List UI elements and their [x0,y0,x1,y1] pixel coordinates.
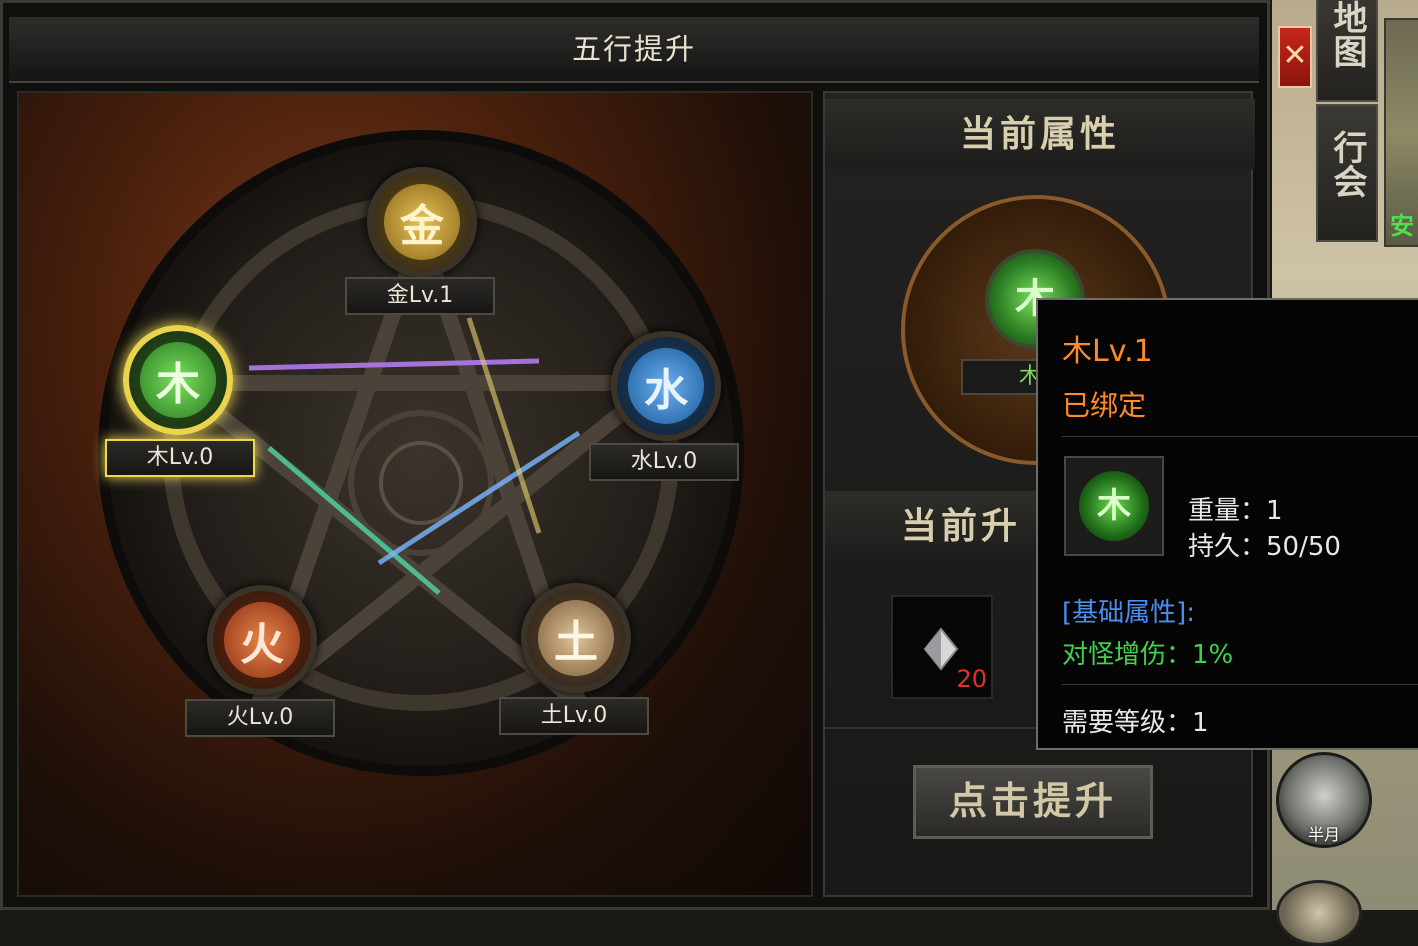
tooltip-required-level: 需要等级：1 [1062,708,1209,738]
skill-button[interactable] [1276,880,1362,946]
wood-charm-icon: 木 [1079,471,1149,541]
tab-map[interactable]: 地图 [1316,0,1378,102]
element-node-metal[interactable]: 金 [367,167,477,277]
water-glyph: 水 [644,365,688,416]
tooltip-durability: 持久：50/50 [1188,532,1341,562]
current-attr-title: 当前属性 [825,99,1255,169]
element-node-water[interactable]: 水 [611,331,721,441]
element-node-earth[interactable]: 土 [521,583,631,693]
upgrade-material-slot[interactable]: 20 [891,595,993,699]
fire-icon: 火 [224,602,300,678]
tab-guild[interactable]: 行会 [1316,104,1378,242]
close-icon: ✕ [1282,38,1308,73]
metal-icon: 金 [384,184,460,260]
upgrade-button[interactable]: 点击提升 [913,765,1153,839]
wood-icon: 木 [140,342,216,418]
item-tooltip: 木Lv.1 已绑定 木 重量：1 持久：50/50 [基础属性]: 对怪增伤：1… [1036,298,1418,750]
fire-glyph: 火 [240,619,284,670]
earth-icon: 土 [538,600,614,676]
earth-glyph: 土 [554,617,598,668]
metal-glyph: 金 [400,201,444,252]
element-node-fire[interactable]: 火 [207,585,317,695]
tooltip-weight: 重量：1 [1188,496,1283,526]
tooltip-item-name: 木Lv.1 [1062,334,1153,369]
element-label-earth: 土Lv.0 [499,697,649,735]
tooltip-item-icon: 木 [1064,456,1164,556]
skill-button-half-moon[interactable]: 半月 [1276,752,1372,848]
element-label-metal: 金Lv.1 [345,277,495,315]
tab-guild-label: 行会 [1327,130,1367,198]
element-node-wood[interactable]: 木 [123,325,233,435]
crystal-icon [923,627,959,671]
tab-map-label: 地图 [1327,0,1367,68]
tooltip-divider [1062,684,1418,685]
element-label-fire: 火Lv.0 [185,699,335,737]
tooltip-base-attr-header: [基础属性]: [1062,598,1196,628]
element-label-water: 水Lv.0 [589,443,739,481]
water-icon: 水 [628,348,704,424]
close-button[interactable]: ✕ [1278,26,1312,88]
element-label-wood: 木Lv.0 [105,439,255,477]
skill-label: 半月 [1307,825,1340,844]
wood-glyph: 木 [156,359,200,410]
tooltip-bound-status: 已绑定 [1062,389,1147,422]
elements-wheel-area: 金 金Lv.1 木 木Lv.0 水 水Lv.0 火 火Lv.0 土 土Lv.0 [17,91,813,897]
tooltip-divider [1062,436,1418,437]
dialog-title: 五行提升 [9,17,1259,83]
tooltip-base-attr-value: 对怪增伤：1% [1062,640,1234,670]
material-quantity: 20 [956,665,987,693]
safe-zone-label: 安 [1390,212,1414,240]
